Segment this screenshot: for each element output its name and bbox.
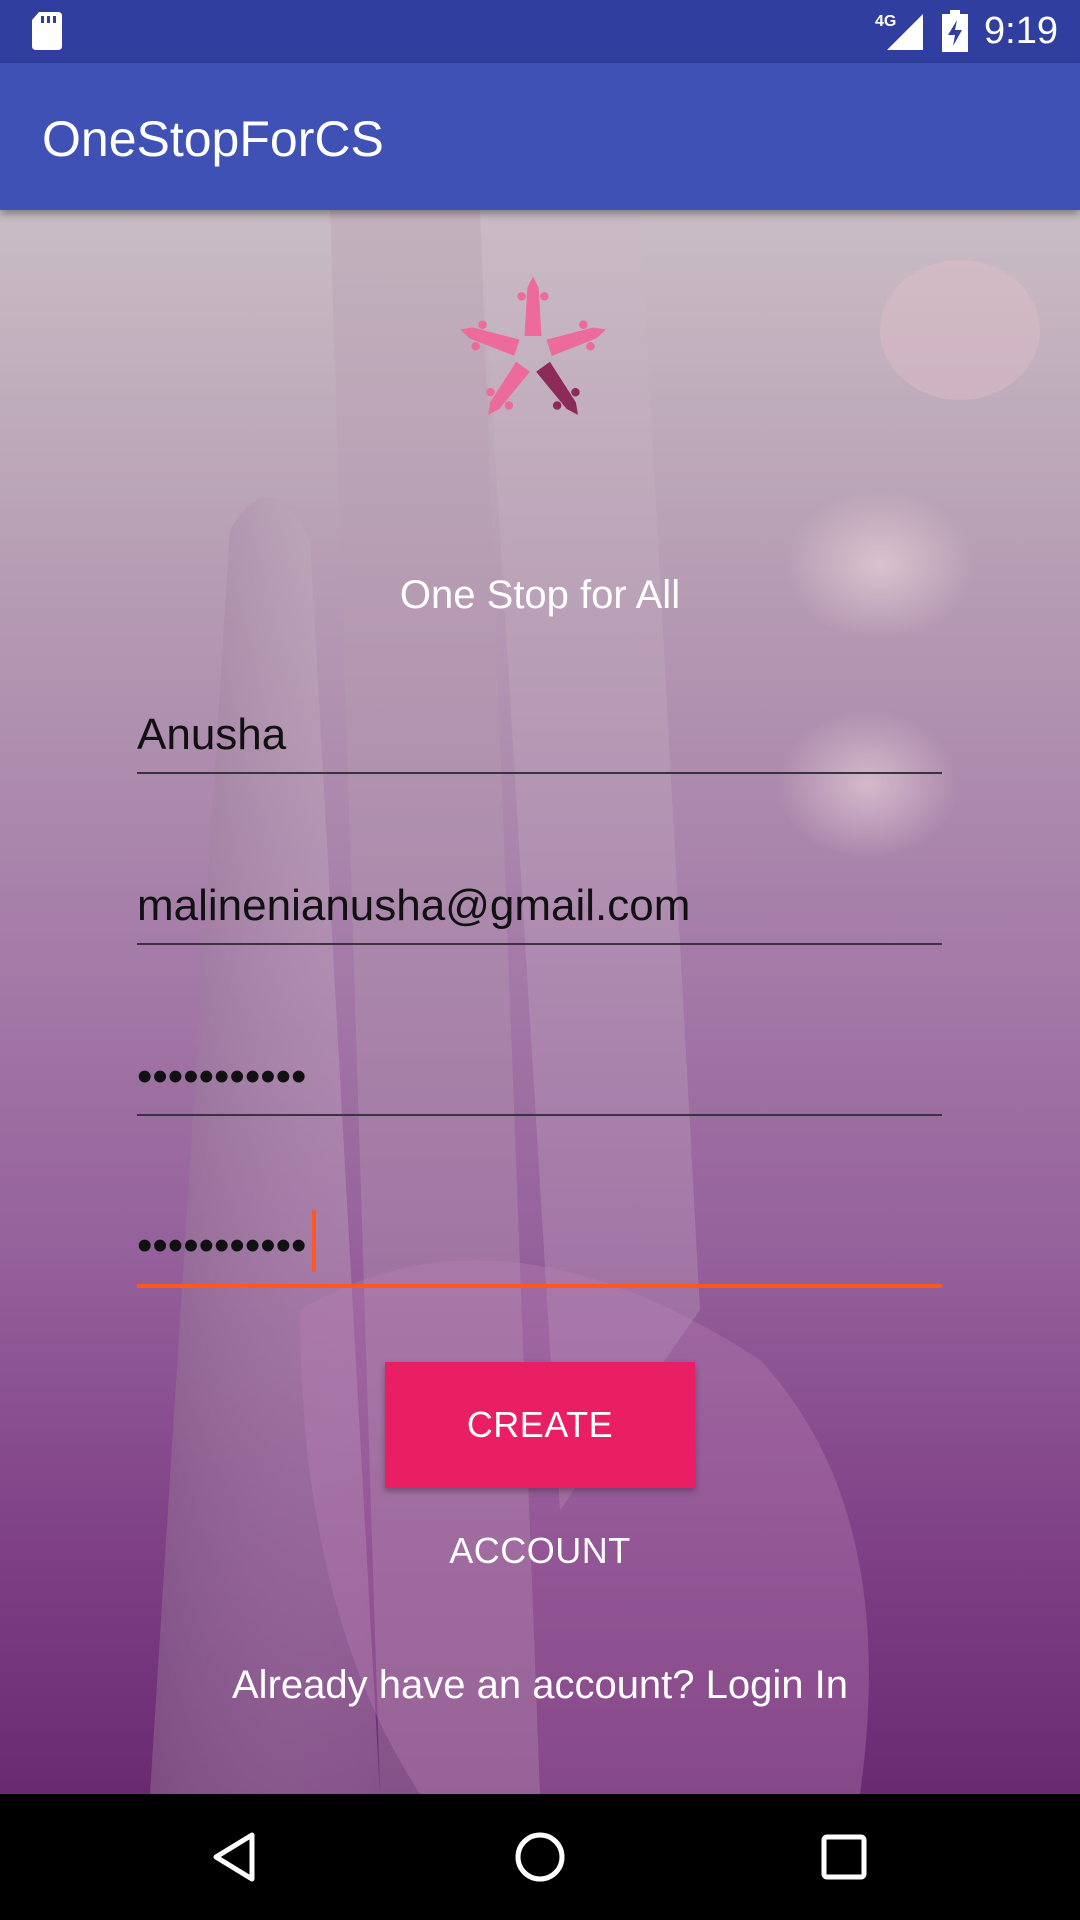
create-account-button[interactable]: CREATE ACCOUNT bbox=[385, 1362, 695, 1571]
password-field[interactable]: ••••••••••• bbox=[137, 1034, 942, 1116]
confirm-password-field[interactable]: ••••••••••• bbox=[137, 1204, 942, 1288]
email-value: malinenianusha@gmail.com bbox=[137, 881, 691, 930]
confirm-password-value: ••••••••••• bbox=[137, 1221, 307, 1270]
sd-card-icon bbox=[32, 12, 62, 50]
status-time: 9:19 bbox=[984, 10, 1058, 52]
battery-charging-icon bbox=[942, 10, 968, 52]
back-icon[interactable] bbox=[206, 1827, 266, 1887]
name-value: Anusha bbox=[137, 710, 287, 759]
password-value: ••••••••••• bbox=[137, 1052, 307, 1101]
text-cursor bbox=[312, 1210, 317, 1272]
app-title: OneStopForCS bbox=[42, 111, 384, 167]
status-bar: 4G 9:19 bbox=[0, 0, 1080, 63]
recents-icon[interactable] bbox=[814, 1827, 874, 1887]
app-bar: OneStopForCS bbox=[0, 63, 1080, 210]
signal-4g-icon: 4G bbox=[875, 13, 923, 50]
signup-screen: One Stop for All Anusha malinenianusha@g… bbox=[0, 210, 1080, 1794]
svg-text:4G: 4G bbox=[875, 13, 896, 30]
home-icon[interactable] bbox=[510, 1827, 570, 1887]
hands-star-logo bbox=[460, 276, 606, 415]
name-field[interactable]: Anusha bbox=[137, 692, 942, 774]
login-link[interactable]: Already have an account? Login In bbox=[0, 1662, 1080, 1708]
email-field[interactable]: malinenianusha@gmail.com bbox=[137, 863, 942, 945]
tagline: One Stop for All bbox=[399, 573, 681, 617]
navigation-bar bbox=[0, 1794, 1080, 1920]
